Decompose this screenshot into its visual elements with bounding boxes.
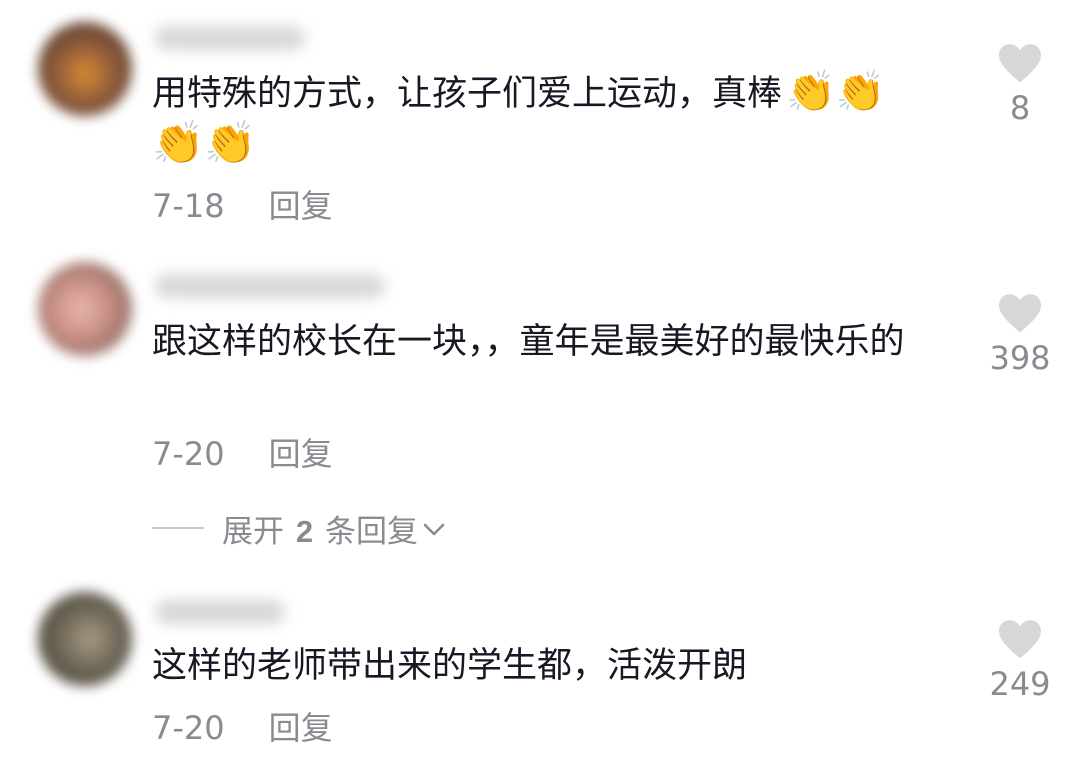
like-button[interactable]: 398: [984, 292, 1056, 378]
username-blurred[interactable]: [155, 600, 285, 624]
heart-icon[interactable]: [997, 42, 1043, 84]
comment-text-body: 这样的老师带出来的学生都，活泼开朗: [152, 646, 748, 686]
clap-emoji: 👏👏: [786, 69, 886, 115]
comment-text: 这样的老师带出来的学生都，活泼开朗: [152, 638, 942, 694]
heart-icon[interactable]: [997, 618, 1043, 660]
reply-button[interactable]: 回复: [269, 708, 333, 748]
expand-replies-button[interactable]: 展开 2 条回复: [152, 506, 446, 551]
avatar[interactable]: [38, 592, 132, 686]
clap-emoji-line: 👏👏: [152, 118, 257, 167]
chevron-down-icon[interactable]: [422, 522, 446, 538]
comment-date: 7-20: [152, 435, 225, 473]
avatar[interactable]: [38, 22, 132, 116]
like-count: 8: [1009, 89, 1031, 127]
like-count: 398: [989, 339, 1051, 377]
heart-icon[interactable]: [997, 292, 1043, 334]
comment-text: 跟这样的校长在一块，，童年是最美好的最快乐的: [152, 314, 922, 370]
username-blurred[interactable]: [155, 26, 305, 50]
reply-button[interactable]: 回复: [269, 434, 333, 474]
reply-count: 2: [295, 513, 314, 549]
comment-meta: 7-20 回复: [152, 434, 333, 474]
like-button[interactable]: 249: [984, 618, 1056, 704]
divider-line: [152, 527, 204, 529]
comment-meta: 7-20 回复: [152, 708, 333, 748]
comment-text: 用特殊的方式，让孩子们爱上运动，真棒 👏👏: [152, 66, 942, 122]
comment-meta: 7-18 回复: [152, 186, 333, 226]
like-button[interactable]: 8: [984, 42, 1056, 128]
username-blurred[interactable]: [155, 274, 385, 298]
comment-text-body: 跟这样的校长在一块，，童年是最美好的最快乐的: [152, 322, 905, 362]
comment-date: 7-20: [152, 709, 225, 747]
like-count: 249: [989, 665, 1051, 703]
reply-button[interactable]: 回复: [269, 186, 333, 226]
avatar[interactable]: [38, 262, 132, 356]
comment-date: 7-18: [152, 187, 225, 225]
expand-replies-label[interactable]: 展开 2 条回复: [222, 506, 418, 551]
comment-text-body: 用特殊的方式，让孩子们爱上运动，真棒: [152, 74, 783, 114]
